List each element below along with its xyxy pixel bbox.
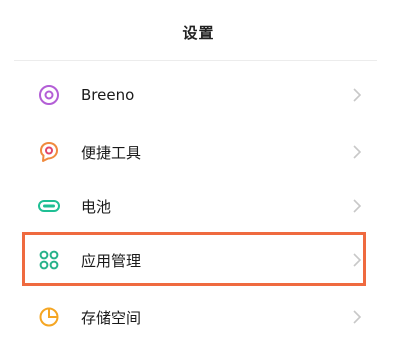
- settings-item-battery[interactable]: 电池: [30, 181, 370, 231]
- settings-screen: 设置 Breeno 便捷工具 电池 应用管理 存储空间: [0, 0, 397, 337]
- battery-icon: [36, 193, 62, 219]
- settings-item-shortcut-tools[interactable]: 便捷工具: [30, 127, 370, 177]
- chevron-right-icon: [350, 307, 364, 327]
- shortcut-tools-icon: [36, 139, 62, 165]
- settings-item-label: 存储空间: [81, 308, 142, 327]
- breeno-icon: [36, 82, 62, 108]
- settings-item-label: 便捷工具: [81, 143, 142, 162]
- chevron-right-icon: [350, 196, 364, 216]
- header: 设置: [0, 0, 397, 62]
- storage-icon: [36, 304, 62, 330]
- header-divider: [14, 60, 377, 61]
- settings-item-label: 电池: [81, 197, 112, 216]
- settings-item-breeno[interactable]: Breeno: [30, 70, 370, 120]
- settings-item-storage[interactable]: 存储空间: [30, 292, 370, 337]
- page-title: 设置: [182, 24, 215, 42]
- settings-item-label: Breeno: [81, 86, 135, 104]
- chevron-right-icon: [350, 142, 364, 162]
- highlight-box: [22, 232, 366, 286]
- chevron-right-icon: [350, 85, 364, 105]
